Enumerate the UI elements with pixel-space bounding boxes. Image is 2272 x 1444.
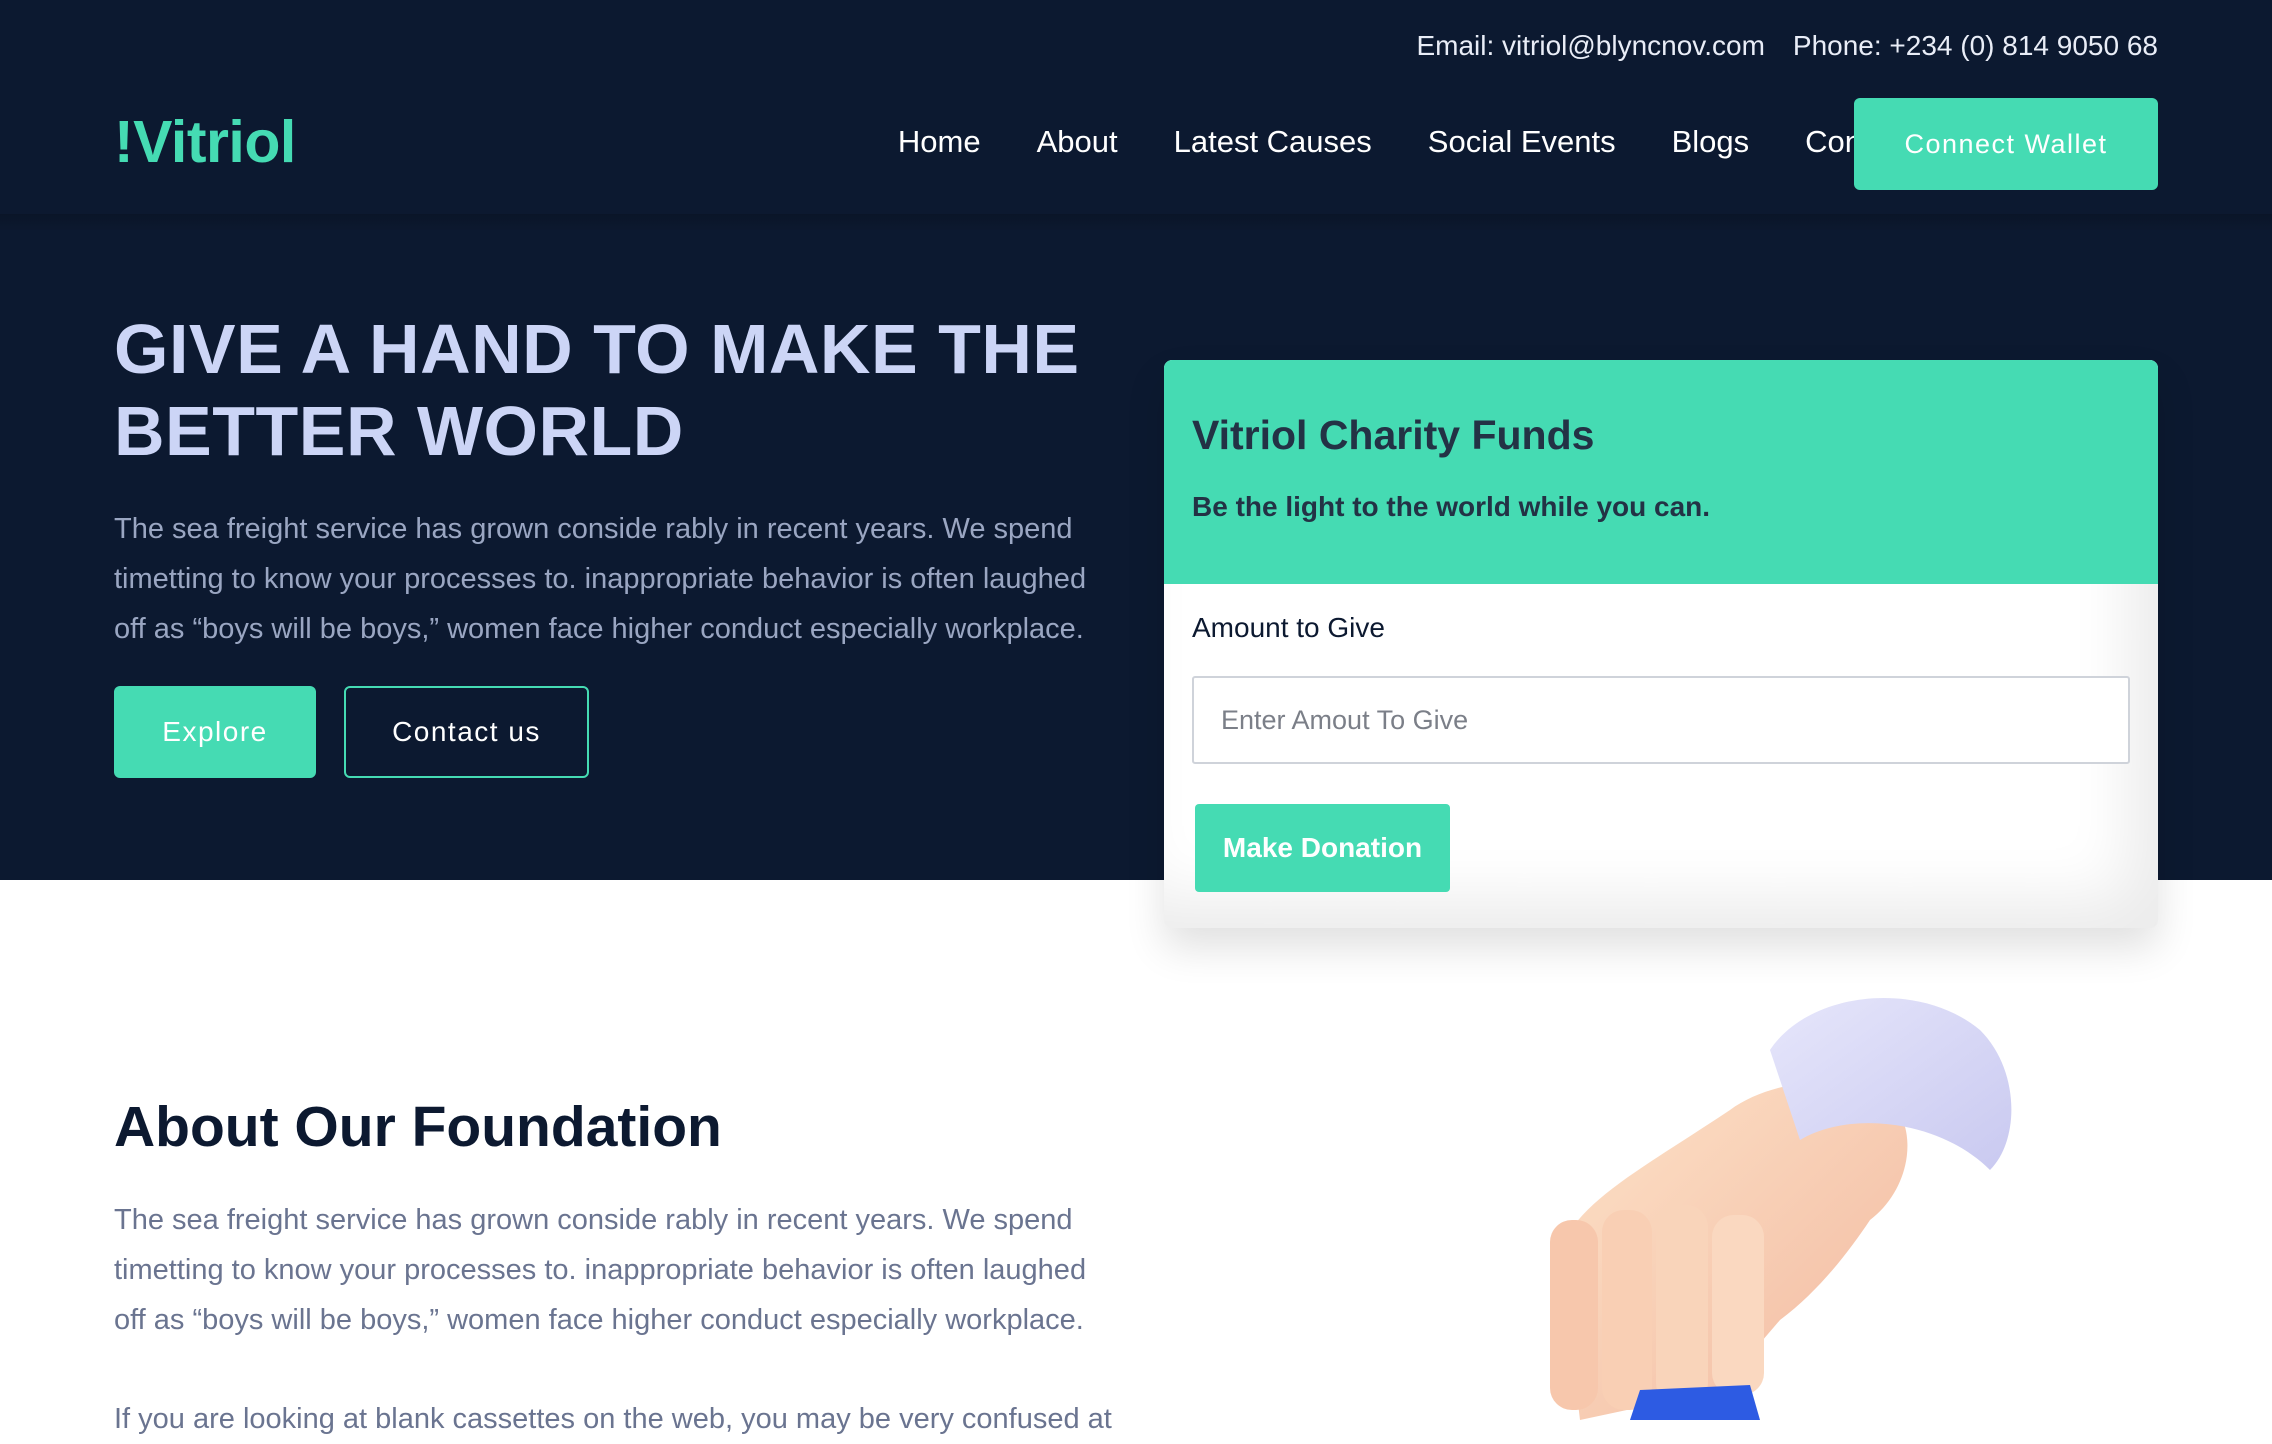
hero-description: The sea freight service has grown consid… <box>114 513 1087 645</box>
nav-item-about[interactable]: About <box>1037 124 1118 160</box>
about-description: The sea freight service has grown consid… <box>114 1204 1087 1336</box>
donation-card: Vitriol Charity Funds Be the light to th… <box>1164 360 2158 928</box>
connect-wallet-button[interactable]: Connect Wallet <box>1854 98 2158 190</box>
about-title: About Our Foundation <box>114 1095 722 1159</box>
topbar-phone: Phone: +234 (0) 814 9050 68 <box>1792 30 2158 61</box>
donation-card-header: Vitriol Charity Funds Be the light to th… <box>1164 360 2158 584</box>
nav-divider <box>0 214 2272 232</box>
hero-title: GIVE A HAND TO MAKE THE BETTER WORLD <box>114 310 1080 470</box>
amount-input[interactable] <box>1192 676 2130 764</box>
donation-card-subtitle: Be the light to the world while you can. <box>1192 491 1711 522</box>
explore-button[interactable]: Explore <box>114 686 316 778</box>
contact-us-button[interactable]: Contact us <box>344 686 589 778</box>
about-description-continued: If you are looking at blank cassettes on… <box>114 1403 1112 1435</box>
nav-item-social-events[interactable]: Social Events <box>1428 124 1616 160</box>
site-logo[interactable]: !Vitriol <box>114 108 296 176</box>
nav-item-home[interactable]: Home <box>898 124 981 160</box>
amount-label: Amount to Give <box>1192 612 1385 643</box>
main-nav: Home About Latest Causes Social Events B… <box>898 124 1912 160</box>
hand-illustration <box>1550 997 2012 1420</box>
donation-card-title: Vitriol Charity Funds <box>1192 412 1595 458</box>
make-donation-button[interactable]: Make Donation <box>1195 804 1450 892</box>
nav-item-latest-causes[interactable]: Latest Causes <box>1174 124 1372 160</box>
contact-topbar: Email: vitriol@blyncnov.com Phone: +234 … <box>1416 30 2158 62</box>
nav-item-blogs[interactable]: Blogs <box>1672 124 1750 160</box>
topbar-email: Email: vitriol@blyncnov.com <box>1416 30 1765 61</box>
